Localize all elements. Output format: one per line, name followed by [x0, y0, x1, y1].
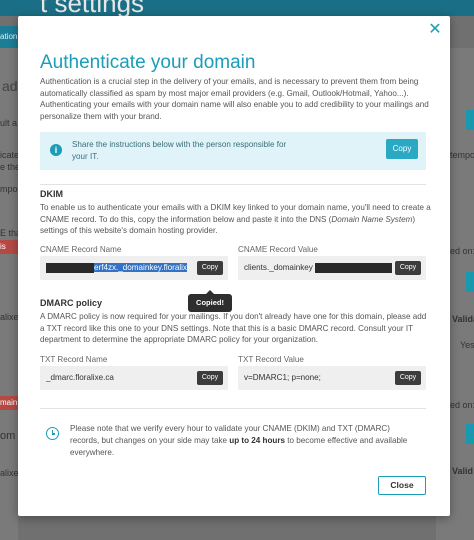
- background-fragment: Valida: [452, 314, 474, 324]
- copy-instructions-button[interactable]: Copy: [386, 139, 418, 159]
- background-alert: is: [0, 240, 18, 254]
- background-fragment: E tha: [0, 228, 18, 238]
- background-alert: main is: [0, 396, 18, 410]
- txt-record-value-label: TXT Record Value: [238, 355, 304, 364]
- background-fragment: mpo: [0, 184, 18, 194]
- verification-note-text: Please note that we verify every hour to…: [70, 424, 408, 457]
- cname-record-name-value: erf4zx._domainkey.floralix: [46, 256, 196, 280]
- info-icon: i: [50, 144, 62, 156]
- intro-text: Authentication is a crucial step in the …: [40, 77, 429, 121]
- verification-note: Please note that we verify every hour to…: [40, 413, 426, 475]
- dkim-heading: DKIM: [40, 189, 63, 199]
- background-nav-item: ation: [0, 26, 18, 48]
- background-button: [466, 424, 474, 444]
- cname-record-name-label: CNAME Record Name: [40, 245, 122, 254]
- close-button[interactable]: Close: [378, 476, 426, 495]
- background-fragment: alixe.com: [0, 312, 18, 322]
- copy-txt-name-button[interactable]: Copy: [197, 371, 223, 385]
- divider: [40, 408, 426, 409]
- background-fragment: e the: [0, 162, 18, 172]
- cname-record-value-label: CNAME Record Value: [238, 245, 318, 254]
- background-fragment: icate: [0, 150, 18, 160]
- clock-icon: [46, 427, 59, 440]
- close-icon[interactable]: ✕: [427, 22, 443, 38]
- background-fragment: om: [0, 430, 16, 442]
- cname-record-value-field[interactable]: clients._domainkey Copy: [238, 256, 426, 280]
- background-fragment: ult a: [0, 118, 18, 128]
- txt-record-value-field[interactable]: v=DMARC1; p=none; Copy: [238, 366, 426, 390]
- dmarc-heading: DMARC policy: [40, 298, 103, 308]
- background-button: [466, 272, 474, 292]
- background-fragment: Yes: [460, 340, 474, 350]
- background-fragment: Valid: [452, 466, 474, 476]
- dmarc-text: A DMARC policy is now required for your …: [40, 312, 427, 344]
- copy-cname-name-button[interactable]: Copy: [197, 261, 223, 275]
- background-fragment: ed on: M: [450, 400, 474, 410]
- share-instructions-box: i Share the instructions below with the …: [40, 132, 426, 170]
- redacted-block: [314, 262, 392, 273]
- txt-record-name-value: _dmarc.floralixe.ca: [46, 373, 114, 382]
- txt-record-name-field[interactable]: _dmarc.floralixe.ca Copy: [40, 366, 228, 390]
- background-button: [466, 110, 474, 130]
- dkim-text: To enable us to authenticate your emails…: [40, 203, 431, 235]
- redacted-block: [46, 262, 94, 273]
- divider: [40, 184, 426, 185]
- cname-record-value-value: clients._domainkey: [244, 256, 392, 280]
- background-fragment: tempo: [450, 150, 474, 160]
- txt-record-name-label: TXT Record Name: [40, 355, 108, 364]
- share-instructions-text: Share the instructions below with the pe…: [72, 140, 287, 161]
- copy-txt-value-button[interactable]: Copy: [395, 371, 421, 385]
- txt-record-value-value: v=DMARC1; p=none;: [244, 373, 321, 382]
- background-fragment: ad: [2, 78, 18, 94]
- cname-record-name-field[interactable]: erf4zx._domainkey.floralix Copy: [40, 256, 228, 280]
- authenticate-domain-modal: ✕ Authenticate your domain Authenticatio…: [18, 16, 450, 516]
- modal-title: Authenticate your domain: [40, 52, 256, 73]
- copy-cname-value-button[interactable]: Copy: [395, 261, 421, 275]
- background-fragment: alixe.ca: [0, 468, 18, 478]
- copied-tooltip: Copied!: [188, 290, 232, 312]
- background-fragment: ed on: M: [450, 246, 474, 256]
